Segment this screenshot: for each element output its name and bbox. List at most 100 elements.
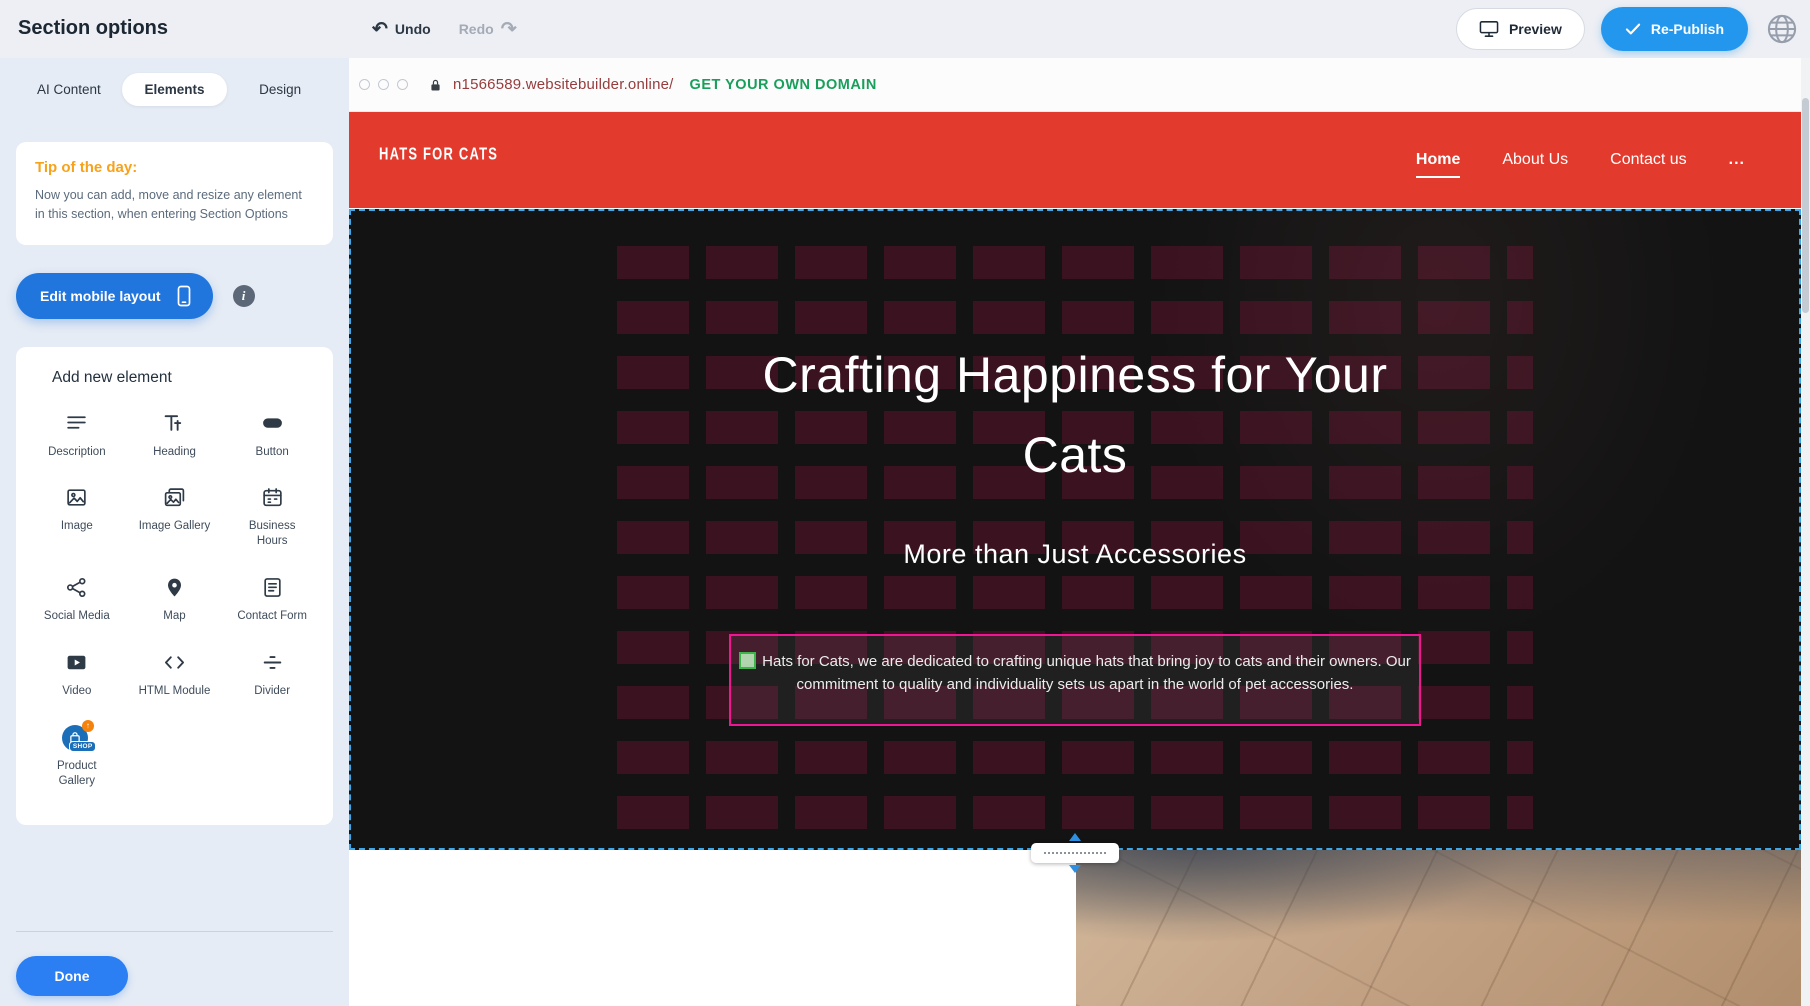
mobile-phone-icon [175,285,193,307]
image-icon [65,483,88,511]
element-label: Social Media [44,609,110,624]
element-description[interactable]: Description [28,409,126,460]
nav-contact-us[interactable]: Contact us [1610,151,1686,169]
element-button[interactable]: Button [223,409,321,460]
nav-about-us[interactable]: About Us [1502,151,1568,169]
edit-mobile-label: Edit mobile layout [40,288,161,304]
hero-subheading[interactable]: More than Just Accessories [349,539,1801,570]
page-title: Section options [18,17,168,40]
topbar: Section options ↶ Undo Redo ↷ Preview [0,0,1810,58]
get-domain-link[interactable]: GET YOUR OWN DOMAIN [690,77,877,93]
redo-button[interactable]: Redo ↷ [459,20,517,39]
hero-section[interactable]: Crafting Happiness for Your Cats More th… [349,209,1801,850]
republish-button[interactable]: Re-Publish [1601,7,1748,51]
heading-icon [163,409,186,437]
info-icon[interactable] [233,285,255,307]
element-social-media[interactable]: Social Media [28,573,126,624]
product-gallery-icon: SHOP [62,723,92,751]
undo-button[interactable]: ↶ Undo [372,20,431,39]
element-image[interactable]: Image [28,483,126,549]
add-new-element-title: Add new element [52,369,321,387]
next-section[interactable] [349,850,1801,1006]
nav-more-button[interactable]: ... [1729,151,1745,169]
element-business-hours[interactable]: Business Hours [223,483,321,549]
nav-home[interactable]: Home [1416,151,1460,169]
element-label: Business Hours [235,519,309,549]
language-globe-button[interactable] [1764,11,1800,47]
hero-paragraph[interactable]: Hats for Cats, we are dedicated to craft… [731,650,1419,697]
description-icon [65,409,88,437]
tab-elements[interactable]: Elements [122,73,228,106]
element-heading[interactable]: Heading [126,409,224,460]
preview-monitor-icon [1479,20,1499,38]
resize-arrow-down-icon [1069,865,1081,873]
hero-heading: Crafting Happiness for Your Cats [349,335,1801,495]
element-product-gallery[interactable]: SHOP Product Gallery [28,723,126,789]
redo-icon: ↷ [501,20,517,39]
element-divider[interactable]: Divider [223,648,321,699]
section-resize-handle[interactable] [1031,843,1119,863]
sidebar-tabs: AI Content Elements Design [16,73,333,106]
tip-of-the-day-card: Tip of the day: Now you can add, move an… [16,142,333,245]
edit-mobile-row: Edit mobile layout [16,273,333,319]
tab-ai-content[interactable]: AI Content [16,73,122,106]
element-label: Video [62,684,91,699]
element-html-module[interactable]: HTML Module [126,648,224,699]
element-label: Image Gallery [139,519,211,534]
tip-title: Tip of the day: [35,159,314,176]
redo-label: Redo [459,21,494,37]
globe-icon [1766,13,1798,45]
canvas-scrollbar [1801,58,1810,1006]
image-gallery-icon [163,483,186,511]
social-media-icon [65,573,88,601]
add-new-element-card: Add new element Description Heading Butt… [16,347,333,825]
element-label: Map [163,609,185,624]
hero-heading-text[interactable]: Crafting Happiness for Your Cats [755,335,1395,495]
site-preview: HATS FOR CATS Home About Us Contact us .… [349,112,1801,1006]
business-hours-icon [261,483,284,511]
site-nav: Home About Us Contact us ... [1416,112,1745,208]
editor-canvas: n1566589.websitebuilder.online/ GET YOUR… [349,58,1810,1006]
element-label: Image [61,519,93,534]
element-map[interactable]: Map [126,573,224,624]
upload-badge-icon [82,720,94,732]
element-label: HTML Module [139,684,211,699]
hero-paragraph-text: Hats for Cats, we are dedicated to craft… [762,653,1411,693]
scrollbar-thumb[interactable] [1802,98,1809,313]
element-image-gallery[interactable]: Image Gallery [126,483,224,549]
contact-form-icon [261,573,284,601]
element-grid: Description Heading Button [28,409,321,790]
topbar-actions: Preview Re-Publish [1456,0,1800,58]
done-button[interactable]: Done [16,956,128,996]
lock-icon [428,77,443,93]
undo-label: Undo [395,21,431,37]
element-contact-form[interactable]: Contact Form [223,573,321,624]
next-section-photo [1076,850,1801,1006]
paragraph-selection-box[interactable]: Hats for Cats, we are dedicated to craft… [729,634,1421,726]
element-label: Product Gallery [40,759,114,789]
sidebar-divider [16,931,333,932]
tip-body: Now you can add, move and resize any ele… [35,186,314,224]
site-logo[interactable]: HATS FOR CATS [379,143,498,163]
window-dots-icon [359,79,408,90]
resize-arrow-up-icon [1069,833,1081,841]
map-pin-icon [163,573,186,601]
element-marker-icon [739,652,756,669]
site-url[interactable]: n1566589.websitebuilder.online/ [453,76,674,93]
tab-design[interactable]: Design [227,73,333,106]
shop-badge-label: SHOP [69,741,97,752]
section-options-sidebar: AI Content Elements Design Tip of the da… [0,58,349,1006]
preview-label: Preview [1509,21,1562,37]
element-label: Button [256,445,289,460]
divider-icon [261,648,284,676]
edit-mobile-layout-button[interactable]: Edit mobile layout [16,273,213,319]
site-header[interactable]: HATS FOR CATS Home About Us Contact us .… [349,112,1801,208]
history-controls: ↶ Undo Redo ↷ [372,0,517,58]
video-icon [65,648,88,676]
element-label: Divider [254,684,290,699]
undo-icon: ↶ [372,20,388,39]
preview-button[interactable]: Preview [1456,8,1585,50]
button-icon [261,409,284,437]
element-label: Contact Form [237,609,307,624]
element-video[interactable]: Video [28,648,126,699]
